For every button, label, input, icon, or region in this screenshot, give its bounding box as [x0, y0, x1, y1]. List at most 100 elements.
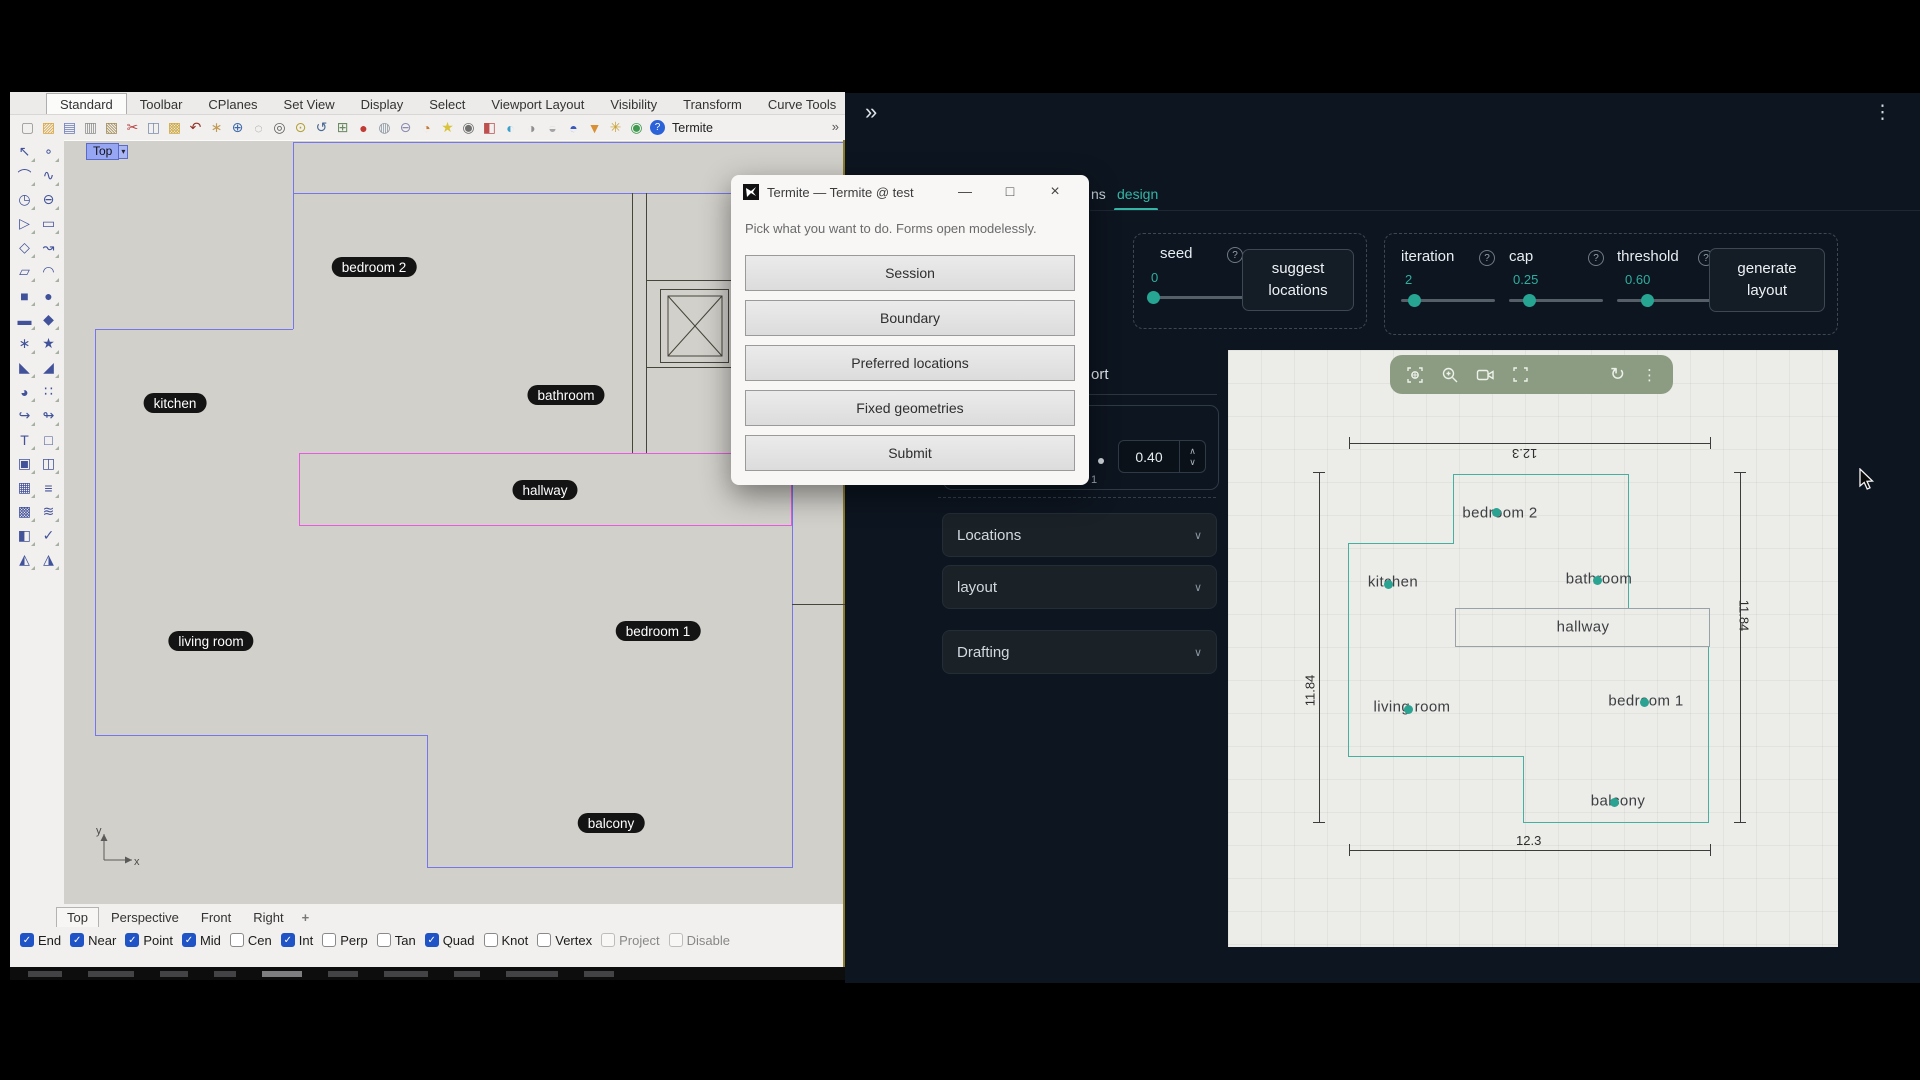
- rotate-icon[interactable]: ◔: [417, 118, 436, 137]
- section-drafting[interactable]: Drafting∨: [942, 630, 1217, 674]
- offset-tool-icon[interactable]: ↬: [37, 404, 60, 427]
- location-marker[interactable]: [1492, 508, 1501, 517]
- location-marker[interactable]: [1384, 580, 1393, 589]
- annotate-tool-icon[interactable]: □: [37, 428, 60, 451]
- session-button[interactable]: Session: [745, 255, 1075, 291]
- osnap-near[interactable]: ✓Near: [70, 933, 116, 948]
- undo-icon[interactable]: ↶: [186, 118, 205, 137]
- viewport-layout-icon[interactable]: ⊞: [333, 118, 352, 137]
- selection-filter-icon[interactable]: ▼: [585, 118, 604, 137]
- viewport-tab-front[interactable]: Front: [191, 908, 241, 927]
- check-tool-icon[interactable]: ✓: [37, 524, 60, 547]
- menu-tab-standard[interactable]: Standard: [46, 93, 127, 114]
- menu-tab-curve-tools[interactable]: Curve Tools: [755, 94, 849, 114]
- surface-tool-icon[interactable]: ▱: [13, 260, 36, 283]
- osnap-tan[interactable]: Tan: [377, 933, 416, 948]
- copy-icon[interactable]: ◫: [144, 118, 163, 137]
- osnap-end[interactable]: ✓End: [20, 933, 61, 948]
- insert-tool-icon[interactable]: ◫: [37, 452, 60, 475]
- open-file-icon[interactable]: ▨: [39, 118, 58, 137]
- ellipse-tool-icon[interactable]: ⊖: [37, 188, 60, 211]
- shaded-view-icon[interactable]: ◑: [522, 118, 541, 137]
- threshold-slider[interactable]: [1617, 299, 1711, 302]
- menu-tab-transform[interactable]: Transform: [670, 94, 755, 114]
- viewport-tab-right[interactable]: Right: [243, 908, 293, 927]
- mesh-tools-tool-icon[interactable]: ≡: [37, 476, 60, 499]
- osnap-mid[interactable]: ✓Mid: [182, 933, 221, 948]
- select-tool-icon[interactable]: ↖: [13, 140, 36, 163]
- menu-tab-select[interactable]: Select: [416, 94, 478, 114]
- checkbox-int[interactable]: ✓: [281, 933, 295, 947]
- cylinder-tool-icon[interactable]: ▬: [13, 308, 36, 331]
- minimize-button[interactable]: —: [955, 183, 975, 199]
- lock-icon[interactable]: ◉: [459, 118, 478, 137]
- camera-icon[interactable]: [1476, 367, 1495, 383]
- boolean-tool-icon[interactable]: ◕: [13, 380, 36, 403]
- osnap-perp[interactable]: Perp: [322, 933, 367, 948]
- layout-preview-canvas[interactable]: ↻ ⋮ 12.3 11.84 11.84: [1228, 350, 1838, 947]
- curve-interp-tool-icon[interactable]: ∿: [37, 164, 60, 187]
- zoom-in-icon[interactable]: [1441, 366, 1459, 384]
- ghosted-view-icon[interactable]: ◒: [543, 118, 562, 137]
- export-icon[interactable]: ▧: [102, 118, 121, 137]
- location-marker[interactable]: [1610, 798, 1619, 807]
- point-tool-icon[interactable]: ∘: [37, 140, 60, 163]
- checkbox-tan[interactable]: [377, 933, 391, 947]
- panel-collapse-icon[interactable]: »: [865, 99, 877, 125]
- stepper-down-icon[interactable]: ∨: [1189, 457, 1196, 468]
- cut-icon[interactable]: ✂: [123, 118, 142, 137]
- close-button[interactable]: ×: [1045, 183, 1065, 201]
- pan-alt-icon[interactable]: ◍: [375, 118, 394, 137]
- viewport-tab-top[interactable]: Top: [56, 907, 99, 927]
- value-stepper[interactable]: ∧∨: [1180, 440, 1206, 473]
- array-tool-icon[interactable]: ▩: [13, 500, 36, 523]
- iteration-help-icon[interactable]: ?: [1479, 250, 1495, 266]
- viewport-title-label[interactable]: Top: [86, 143, 119, 160]
- curve-tool-icon[interactable]: ⌒: [13, 164, 36, 187]
- checkbox-point[interactable]: ✓: [125, 933, 139, 947]
- section-locations[interactable]: Locations∨: [942, 513, 1217, 557]
- pan-view-icon[interactable]: ∗: [207, 118, 226, 137]
- earth-icon[interactable]: ◉: [627, 118, 646, 137]
- location-marker[interactable]: [1640, 698, 1649, 707]
- cap-help-icon[interactable]: ?: [1588, 250, 1604, 266]
- render-color-icon[interactable]: ◐: [501, 118, 520, 137]
- save-icon[interactable]: ▤: [60, 118, 79, 137]
- checkbox-perp[interactable]: [322, 933, 336, 947]
- checkbox-project[interactable]: [601, 933, 615, 947]
- kebab-icon[interactable]: ⋮: [1642, 366, 1657, 384]
- viewport-move-icon[interactable]: +: [296, 908, 316, 927]
- join-tool-icon[interactable]: ↪: [13, 404, 36, 427]
- viewport-title[interactable]: Top ▾: [86, 143, 128, 160]
- dialog-title-bar[interactable]: Termite — Termite @ test: [731, 175, 1089, 209]
- fixed-geometries-button[interactable]: Fixed geometries: [745, 390, 1075, 426]
- radio-dot[interactable]: [1098, 458, 1104, 464]
- rotate-view-icon[interactable]: ↺: [312, 118, 331, 137]
- checkbox-vertex[interactable]: [537, 933, 551, 947]
- tab-design[interactable]: design: [1117, 186, 1158, 202]
- osnap-int[interactable]: ✓Int: [281, 933, 313, 948]
- checkbox-quad[interactable]: ✓: [425, 933, 439, 947]
- location-marker[interactable]: [1593, 576, 1602, 585]
- checkbox-cen[interactable]: [230, 933, 244, 947]
- settings-gears-icon[interactable]: ✳: [606, 118, 625, 137]
- new-file-icon[interactable]: ▢: [18, 118, 37, 137]
- cap-slider[interactable]: [1509, 299, 1603, 302]
- osnap-knot[interactable]: Knot: [484, 933, 529, 948]
- menu-tab-set-view[interactable]: Set View: [271, 94, 348, 114]
- checkbox-end[interactable]: ✓: [20, 933, 34, 947]
- explode-tool-icon[interactable]: ∗: [13, 332, 36, 355]
- maximize-button[interactable]: □: [1000, 183, 1020, 199]
- box-tool-icon[interactable]: ■: [13, 284, 36, 307]
- hatch-tool-icon[interactable]: ≋: [37, 500, 60, 523]
- solid-tools-tool-icon[interactable]: ◆: [37, 308, 60, 331]
- refresh-icon[interactable]: ↻: [1610, 364, 1625, 385]
- zoom-in-icon[interactable]: ⊕: [228, 118, 247, 137]
- checkbox-mid[interactable]: ✓: [182, 933, 196, 947]
- focus-icon[interactable]: [1406, 366, 1424, 384]
- preferred-locations-button[interactable]: Preferred locations: [745, 345, 1075, 381]
- checkbox-near[interactable]: ✓: [70, 933, 84, 947]
- shade-mode-icon[interactable]: ◧: [480, 118, 499, 137]
- loft-tool-icon[interactable]: ◠: [37, 260, 60, 283]
- viewport-title-dropdown-icon[interactable]: ▾: [119, 145, 128, 159]
